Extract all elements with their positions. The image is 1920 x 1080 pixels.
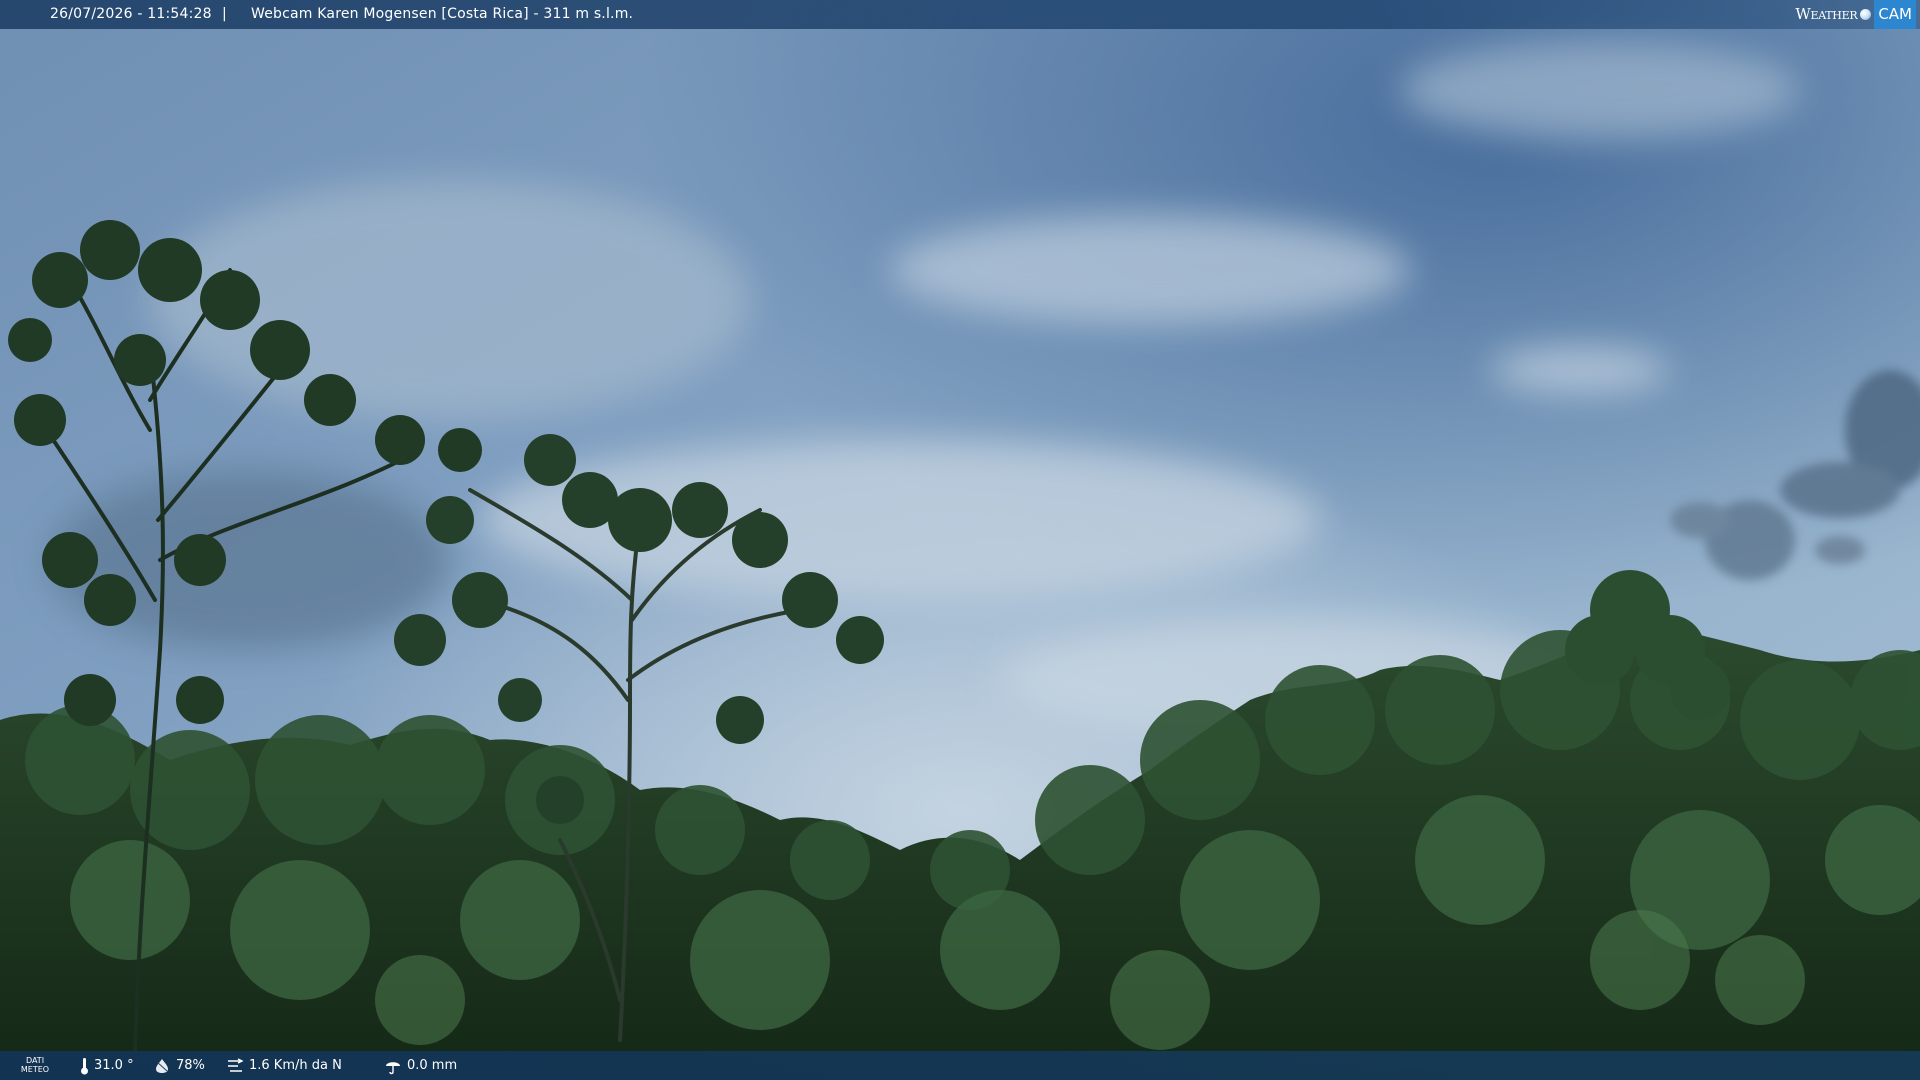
logo-text-weather: Weather: [1795, 4, 1858, 23]
meteo-label-line1: DATI: [25, 1056, 45, 1065]
rain-reading: 0.0 mm: [384, 1051, 457, 1080]
humidity-icon: [156, 1058, 168, 1073]
wind-icon: [228, 1057, 244, 1072]
timestamp: 26/07/2026 - 11:54:28: [50, 6, 212, 22]
logo-text-cam: CAM: [1874, 0, 1916, 29]
weathercam-logo[interactable]: Weather CAM: [1795, 0, 1916, 29]
webcam-frame: 26/07/2026 - 11:54:28 | Webcam Karen Mog…: [0, 0, 1920, 1080]
weather-data-bar: DATI METEO 31.0 ° 78% 1.6 Km/h da N 0.0 …: [0, 1051, 1920, 1080]
logo-dot-icon: [1860, 8, 1872, 20]
meteo-label-line2: METEO: [20, 1065, 50, 1074]
wind-reading: 1.6 Km/h da N: [226, 1051, 342, 1080]
thermometer-icon: [81, 1057, 88, 1074]
header-bar: 26/07/2026 - 11:54:28 | Webcam Karen Mog…: [0, 0, 1920, 29]
rain-icon: [386, 1061, 400, 1074]
header-separator: |: [222, 6, 227, 22]
humidity-reading: 78%: [153, 1051, 205, 1080]
humidity-value: 78%: [176, 1058, 205, 1073]
webcam-title: Webcam Karen Mogensen [Costa Rica] - 311…: [251, 6, 634, 22]
temperature-reading: 31.0 °: [80, 1051, 134, 1080]
meteo-label: DATI METEO: [20, 1056, 50, 1074]
webcam-image: [0, 0, 1920, 1080]
rain-value: 0.0 mm: [407, 1058, 458, 1073]
wind-value: 1.6 Km/h da N: [249, 1058, 342, 1073]
temperature-value: 31.0 °: [94, 1058, 134, 1073]
